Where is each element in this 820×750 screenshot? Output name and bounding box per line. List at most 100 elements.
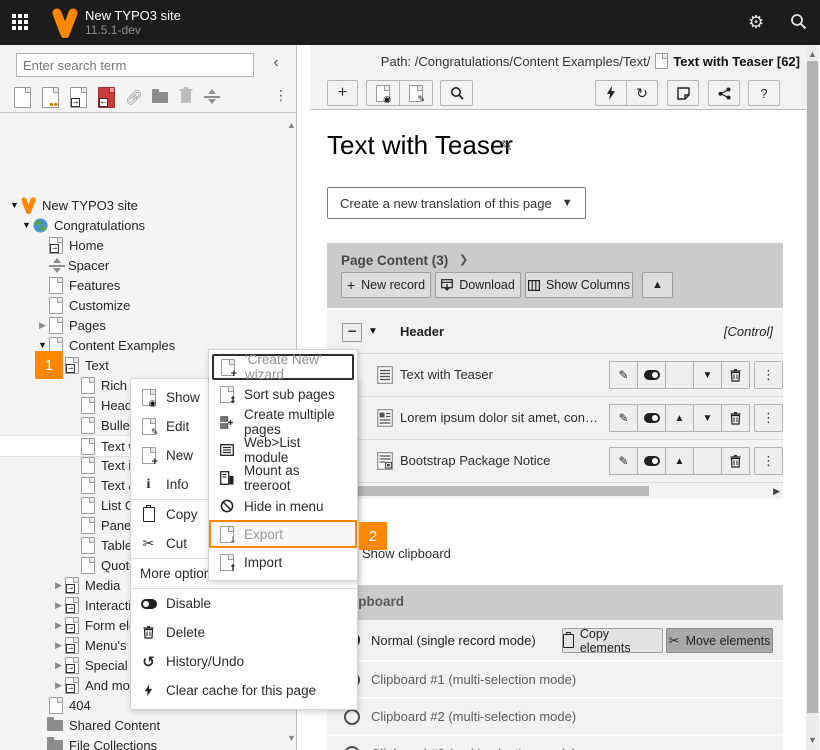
- tree-item-file-collections[interactable]: File Collections: [0, 735, 296, 750]
- menu-item-history[interactable]: ↺History/Undo: [131, 647, 357, 676]
- menu-item-import[interactable]: ↑Import: [209, 548, 357, 576]
- vscroll-down-icon[interactable]: ▼: [808, 735, 817, 745]
- expander-icon[interactable]: ▶: [36, 320, 49, 331]
- edit-record-button[interactable]: ✎: [609, 404, 638, 432]
- tree-search-input[interactable]: [16, 53, 254, 77]
- docheader-toolbar: + ◉ ✎ ↻ ?: [310, 77, 806, 110]
- collapse-panel-button[interactable]: ▲: [642, 272, 673, 298]
- step-badge-1: 1: [35, 351, 63, 379]
- menu-item-mount-as-treeroot[interactable]: Mount as treeroot: [209, 464, 357, 492]
- clear-cache-button[interactable]: [595, 80, 627, 106]
- move-down-button[interactable]: ▼: [693, 361, 722, 389]
- select-caret-icon[interactable]: ▼: [368, 326, 378, 337]
- content-row-bootstrap-notice[interactable]: Bootstrap Package Notice ✎ ▲ ⋮: [327, 439, 783, 482]
- note-button[interactable]: [667, 80, 699, 106]
- tree-item-customize[interactable]: Customize: [0, 295, 296, 315]
- new-spacer-icon[interactable]: [204, 89, 220, 107]
- menu-item-create-multiple-pages[interactable]: Create multiple pages: [209, 408, 357, 436]
- content-row-text-with-teaser[interactable]: Text with Teaser ✎ ▼ ⋮: [327, 353, 783, 396]
- vertical-scrollbar[interactable]: ▲ ▼: [806, 45, 819, 750]
- delete-record-button[interactable]: [721, 447, 750, 475]
- move-elements-button[interactable]: ✂Move elements: [666, 628, 773, 653]
- tree-more-icon[interactable]: ⋮: [274, 87, 288, 104]
- hide-record-toggle[interactable]: [637, 447, 666, 475]
- new-link-page-icon[interactable]: 🔗︎: [125, 89, 143, 106]
- delete-record-button[interactable]: [721, 361, 750, 389]
- collapse-all-button[interactable]: −: [342, 323, 362, 342]
- move-up-disabled: [665, 361, 694, 389]
- menu-item-create-new-wizard[interactable]: +'Create New' wizard: [212, 354, 354, 380]
- new-record-button[interactable]: +New record: [341, 272, 431, 298]
- menu-item-hide-in-menu[interactable]: Hide in menu: [209, 492, 357, 520]
- trash-icon: [140, 626, 157, 639]
- show-columns-button[interactable]: Show Columns: [525, 272, 633, 298]
- tree-item-congratulations[interactable]: ▼Congratulations: [0, 215, 296, 235]
- new-mountpoint-page-icon[interactable]: ←: [98, 87, 115, 111]
- download-button[interactable]: Download: [435, 272, 521, 298]
- tree-item-features[interactable]: Features: [0, 275, 296, 295]
- hscroll-right-icon[interactable]: ▶: [773, 486, 780, 497]
- collapse-sidebar-icon[interactable]: ‹: [266, 54, 286, 76]
- menu-item-delete[interactable]: Delete: [131, 618, 357, 647]
- create-translation-button[interactable]: Create a new translation of this page▼: [327, 187, 586, 219]
- menu-item-disable[interactable]: Disable: [131, 589, 357, 618]
- help-button[interactable]: ?: [748, 80, 780, 106]
- move-up-button[interactable]: ▲: [665, 447, 694, 475]
- expander-icon[interactable]: ▼: [8, 200, 21, 210]
- expander-icon[interactable]: ▶: [52, 600, 65, 611]
- new-folder-icon[interactable]: [152, 91, 168, 106]
- move-up-button[interactable]: ▲: [665, 404, 694, 432]
- refresh-button[interactable]: ↻: [626, 80, 658, 106]
- menu-item-clear-cache[interactable]: Clear cache for this page: [131, 676, 357, 705]
- new-content-button[interactable]: +: [327, 80, 358, 106]
- hide-record-toggle[interactable]: [637, 361, 666, 389]
- menu-item-web-list-module[interactable]: Web>List module: [209, 436, 357, 464]
- copy-elements-button[interactable]: Copy elements: [562, 628, 663, 653]
- expander-icon[interactable]: ▼: [20, 220, 33, 230]
- page-content-panel: Page Content (3) ❯ +New record Download …: [327, 243, 783, 499]
- settings-gear-icon[interactable]: ⚙: [748, 12, 764, 32]
- chevron-right-icon[interactable]: ❯: [459, 253, 468, 266]
- new-page-icon[interactable]: [14, 87, 31, 111]
- tree-item-pages[interactable]: ▶Pages: [0, 315, 296, 335]
- tree-item-home[interactable]: →Home: [0, 235, 296, 255]
- delete-record-button[interactable]: [721, 404, 750, 432]
- record-more-icon[interactable]: ⋮: [754, 404, 783, 432]
- menu-item-export[interactable]: ↓Export: [209, 520, 357, 548]
- edit-record-button[interactable]: ✎: [609, 361, 638, 389]
- move-down-button[interactable]: ▼: [693, 404, 722, 432]
- expander-icon[interactable]: ▶: [52, 580, 65, 591]
- modules-menu-icon[interactable]: [12, 14, 30, 32]
- topbar-search-icon[interactable]: [790, 13, 807, 33]
- horizontal-scrollbar[interactable]: ▶: [327, 482, 783, 499]
- vscroll-up-icon[interactable]: ▲: [808, 49, 817, 59]
- multiple-pages-icon: [218, 416, 235, 429]
- expander-icon[interactable]: ▼: [36, 340, 49, 350]
- record-more-icon[interactable]: ⋮: [754, 447, 783, 475]
- expander-icon[interactable]: ▶: [52, 620, 65, 631]
- recycler-icon[interactable]: [179, 87, 193, 107]
- hide-record-toggle[interactable]: [637, 404, 666, 432]
- edit-record-button[interactable]: ✎: [609, 447, 638, 475]
- radio-icon[interactable]: [344, 746, 360, 750]
- tree-item-shared-content[interactable]: Shared Content: [0, 715, 296, 735]
- new-shortcut-page-icon[interactable]: →: [70, 87, 87, 111]
- edit-title-pencil-icon[interactable]: ✎: [500, 137, 513, 155]
- expander-icon[interactable]: ▶: [52, 640, 65, 651]
- view-page-button[interactable]: ◉: [366, 80, 400, 106]
- record-more-icon[interactable]: ⋮: [754, 361, 783, 389]
- menu-item-sort-sub-pages[interactable]: ↕Sort sub pages: [209, 380, 357, 408]
- search-button[interactable]: [440, 80, 473, 106]
- vscroll-thumb[interactable]: [807, 61, 818, 713]
- text-content-icon: [377, 366, 393, 387]
- content-row-lorem-ipsum[interactable]: Lorem ipsum dolor sit amet, con… ✎ ▲ ▼ ⋮: [327, 396, 783, 439]
- tree-item-spacer[interactable]: Spacer: [0, 255, 296, 275]
- expander-icon[interactable]: ▶: [52, 660, 65, 671]
- hscroll-thumb[interactable]: [331, 486, 649, 496]
- edit-page-button[interactable]: ✎: [399, 80, 433, 106]
- new-page-users-icon[interactable]: ꔷꔷ: [42, 87, 59, 111]
- radio-icon[interactable]: [344, 709, 360, 725]
- share-button[interactable]: [708, 80, 740, 106]
- expander-icon[interactable]: ▶: [52, 680, 65, 691]
- tree-item-root[interactable]: ▼New TYPO3 site: [0, 195, 296, 215]
